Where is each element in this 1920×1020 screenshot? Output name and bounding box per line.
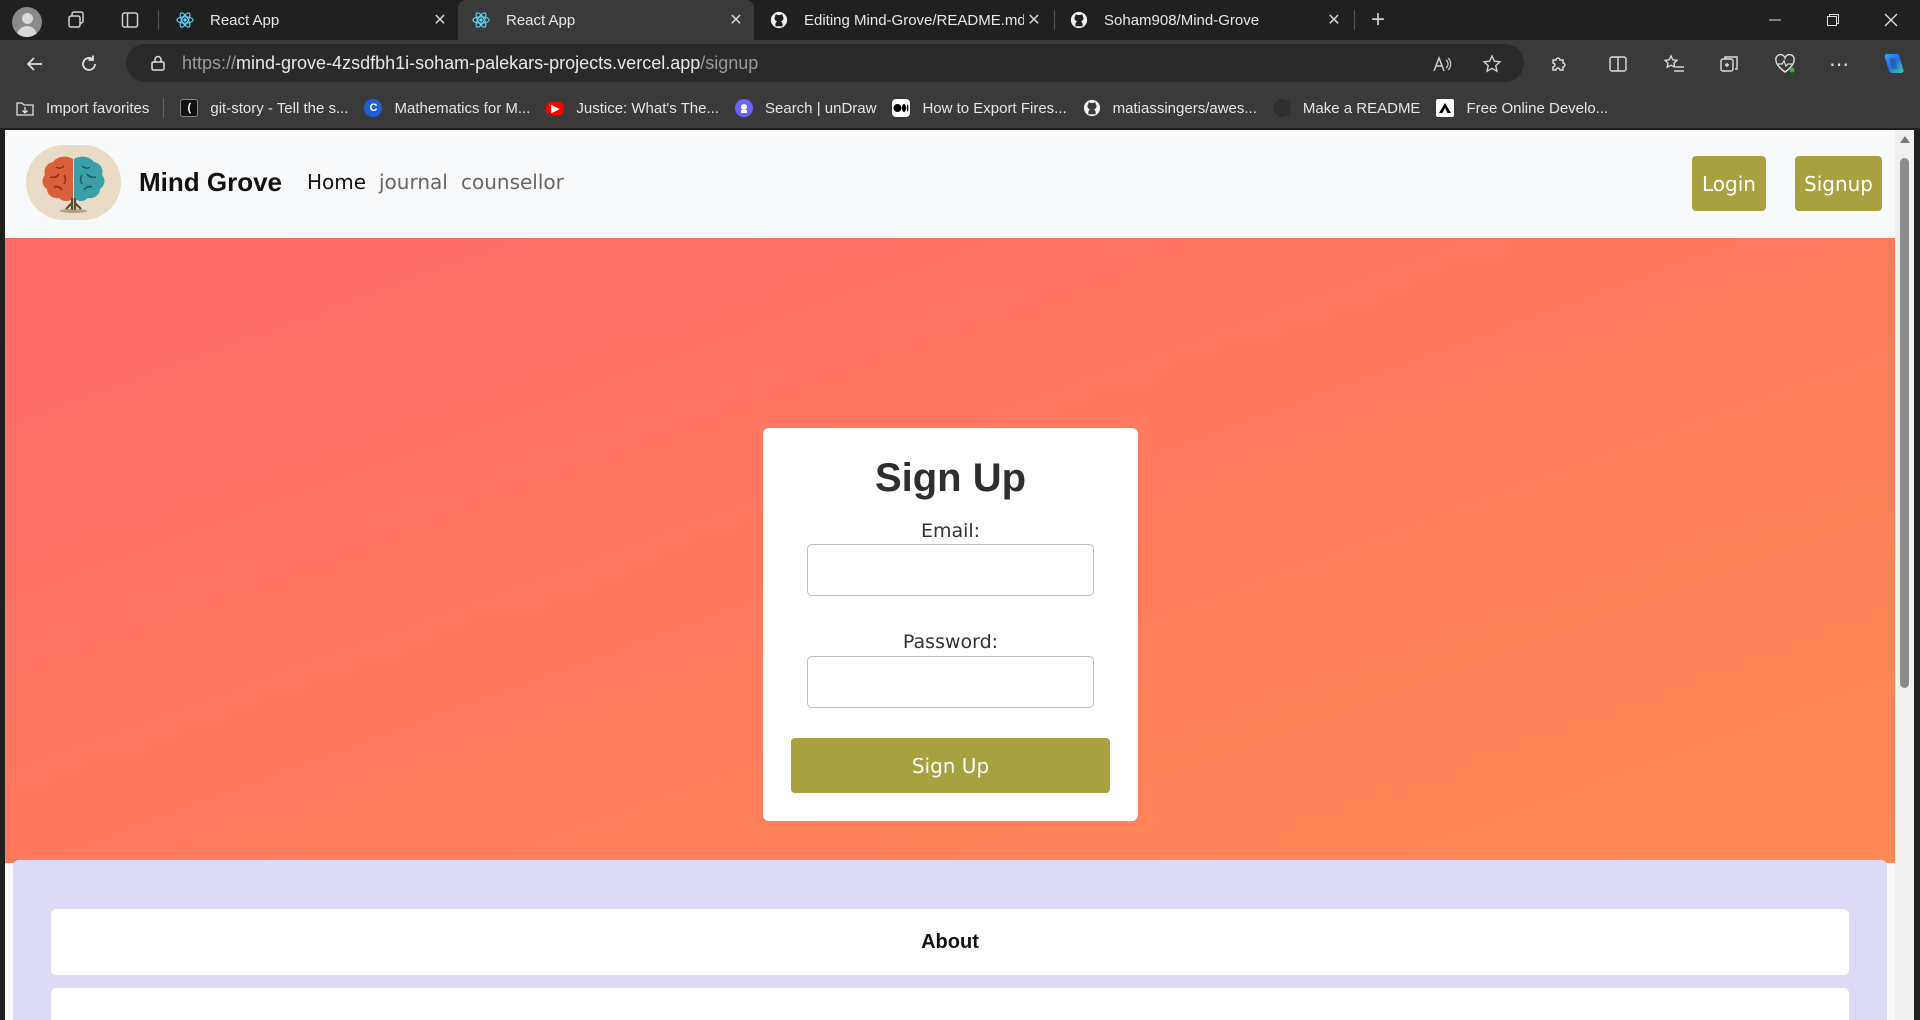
github-icon <box>1083 99 1101 117</box>
about-accordion[interactable]: About <box>51 909 1849 975</box>
brain-logo-icon[interactable] <box>26 145 121 220</box>
git-story-icon: ( <box>180 99 199 117</box>
password-field[interactable] <box>807 656 1094 708</box>
tab-title: Editing Mind-Grove/README.md <box>804 11 1024 29</box>
workspaces-icon[interactable] <box>64 8 88 32</box>
bookmark-export-firestore[interactable]: How to Export Fires... <box>892 99 1067 117</box>
scrollbar-thumb[interactable] <box>1900 158 1909 688</box>
url-scheme: https:// <box>182 52 237 73</box>
extensions-puzzle-icon[interactable] <box>1546 52 1572 76</box>
tab-title: React App <box>506 11 576 29</box>
nav-journal-link[interactable]: journal <box>379 170 448 194</box>
close-tab-icon[interactable]: ✕ <box>430 10 450 30</box>
split-screen-icon[interactable] <box>1605 52 1631 76</box>
signup-card: Sign Up Email: Password: Sign Up <box>763 428 1138 821</box>
bookmark-label: How to Export Fires... <box>922 99 1067 117</box>
tab-github-repo[interactable]: Soham908/Mind-Grove ✕ <box>1056 0 1352 40</box>
email-field[interactable] <box>807 544 1094 596</box>
nav-counsellor-link[interactable]: counsellor <box>461 170 564 194</box>
bookmark-justice[interactable]: ▶ Justice: What's The... <box>546 100 719 117</box>
browser-toolbar: https://mind-grove-4zsdfbh1i-soham-palek… <box>0 40 1920 88</box>
github-icon <box>770 11 788 29</box>
bookmark-git-story[interactable]: ( git-story - Tell the s... <box>180 99 348 117</box>
bookmark-label: Import favorites <box>46 99 150 117</box>
react-icon <box>472 11 490 29</box>
signup-title: Sign Up <box>874 456 1027 500</box>
refresh-icon[interactable] <box>77 52 101 76</box>
bookmark-label: Free Online Develo... <box>1466 99 1609 117</box>
signup-hero-section: Sign Up Email: Password: Sign Up <box>5 238 1895 863</box>
read-aloud-icon[interactable] <box>1431 53 1453 75</box>
more-options-icon[interactable]: ⋯ <box>1826 52 1852 76</box>
medium-icon <box>892 99 911 117</box>
tab-editing-readme[interactable]: Editing Mind-Grove/README.md ✕ <box>756 0 1052 40</box>
signup-nav-button[interactable]: Signup <box>1795 156 1882 211</box>
brand-name[interactable]: Mind Grove <box>139 167 282 198</box>
close-window-icon[interactable] <box>1868 0 1914 40</box>
tab-react-app-2[interactable]: React App ✕ <box>458 0 754 40</box>
profile-avatar-icon[interactable] <box>12 7 42 37</box>
bookmark-label: matiassingers/awes... <box>1112 99 1257 117</box>
bookmark-free-online-dev[interactable]: Free Online Develo... <box>1436 99 1608 117</box>
info-section: About <box>13 860 1887 1020</box>
react-icon <box>176 11 194 29</box>
bookmark-label: Make a README <box>1302 99 1421 117</box>
close-tab-icon[interactable]: ✕ <box>1324 10 1344 30</box>
collections-icon[interactable] <box>1716 52 1742 76</box>
copilot-icon[interactable] <box>1880 52 1906 76</box>
restore-window-icon[interactable] <box>1810 0 1856 40</box>
minimize-window-icon[interactable] <box>1752 0 1798 40</box>
close-tab-icon[interactable]: ✕ <box>726 10 746 30</box>
favorites-list-icon[interactable] <box>1661 52 1687 76</box>
login-button[interactable]: Login <box>1692 156 1766 211</box>
nav-home-link[interactable]: Home <box>307 170 366 194</box>
github-icon <box>1070 11 1088 29</box>
browser-essentials-icon[interactable] <box>1772 52 1798 76</box>
url-path: /signup <box>700 52 759 73</box>
readme-icon <box>1272 99 1291 117</box>
bookmark-label: git-story - Tell the s... <box>210 99 349 117</box>
tab-title: Soham908/Mind-Grove <box>1104 11 1260 29</box>
bookmarks-bar: Import favorites ( git-story - Tell the … <box>0 88 1920 128</box>
page-viewport: Mind Grove Home journal counsellor Login… <box>5 130 1914 1020</box>
bookmark-undraw[interactable]: Search | unDraw <box>735 99 876 117</box>
new-tab-plus-icon[interactable]: + <box>1366 6 1390 33</box>
favorite-star-icon[interactable] <box>1481 53 1503 75</box>
import-icon <box>16 99 34 117</box>
accordion-item[interactable] <box>51 988 1849 1020</box>
undraw-icon <box>735 99 753 117</box>
dev-tools-icon <box>1436 99 1455 117</box>
vertical-tabs-icon[interactable] <box>118 8 142 32</box>
url-text[interactable]: https://mind-grove-4zsdfbh1i-soham-palek… <box>182 53 758 74</box>
bookmark-make-readme[interactable]: Make a README <box>1272 99 1421 117</box>
lock-icon[interactable] <box>148 53 168 73</box>
bookmark-label: Search | unDraw <box>765 99 877 117</box>
bookmark-import-favorites[interactable]: Import favorites <box>16 99 149 117</box>
bookmark-label: Mathematics for M... <box>394 99 531 117</box>
bookmark-matiassingers[interactable]: matiassingers/awes... <box>1083 99 1257 117</box>
coursera-icon: C <box>364 99 383 117</box>
scroll-up-arrow-icon[interactable] <box>1900 136 1910 143</box>
tab-title: React App <box>210 11 280 29</box>
bookmark-mathematics[interactable]: C Mathematics for M... <box>364 99 530 117</box>
signup-submit-button[interactable]: Sign Up <box>791 738 1110 793</box>
password-label: Password: <box>902 631 999 653</box>
tab-react-app-1[interactable]: React App ✕ <box>162 0 458 40</box>
youtube-icon: ▶ <box>546 101 565 115</box>
page-scrollbar[interactable] <box>1895 130 1914 1020</box>
email-label: Email: <box>920 520 981 542</box>
address-bar[interactable]: https://mind-grove-4zsdfbh1i-soham-palek… <box>126 44 1524 82</box>
browser-tab-bar: React App ✕ React App ✕ Editing Mind-Gro… <box>0 0 1920 40</box>
url-host: mind-grove-4zsdfbh1i-soham-palekars-proj… <box>236 52 701 73</box>
site-navbar: Mind Grove Home journal counsellor Login… <box>5 130 1895 238</box>
bookmark-label: Justice: What's The... <box>576 99 719 117</box>
back-arrow-icon[interactable] <box>23 52 47 76</box>
close-tab-icon[interactable]: ✕ <box>1024 10 1044 30</box>
